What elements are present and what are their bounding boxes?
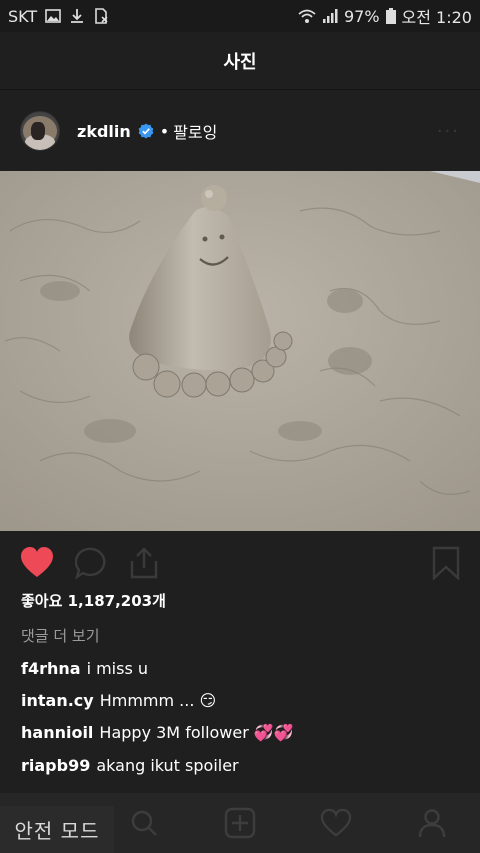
like-count[interactable]: 좋아요 1,187,203개 (21, 590, 166, 611)
battery-percent: 97% (343, 6, 380, 26)
add-post-icon (224, 807, 256, 839)
comment-text: i miss u (86, 659, 149, 678)
post-username[interactable]: zkdlin (77, 122, 131, 141)
comment-item: riapb99 akang ikut spoiler (21, 756, 239, 775)
following-button[interactable]: 팔로잉 (173, 119, 217, 143)
comment-item: intan.cy Hmmmm ... 😏 (21, 691, 216, 710)
download-icon (71, 9, 84, 23)
post-header: zkdlin • 팔로잉 ··· (0, 91, 480, 171)
page-title: 사진 (223, 51, 257, 73)
image-icon (45, 9, 61, 23)
status-bar: SKT 97% 오전 1:20 (0, 0, 480, 32)
bookmark-icon[interactable] (429, 546, 463, 580)
heart-icon[interactable] (20, 546, 54, 580)
carrier-label: SKT (8, 6, 38, 26)
post-photo[interactable] (0, 171, 480, 531)
more-options-icon[interactable]: ··· (437, 121, 460, 142)
wifi-icon (298, 9, 316, 23)
search-icon (131, 810, 157, 836)
top-header: 사진 (0, 32, 480, 90)
share-icon[interactable] (127, 546, 161, 580)
comment-username[interactable]: hannioil (21, 723, 93, 742)
comment-username[interactable]: intan.cy (21, 691, 94, 710)
comment-icon[interactable] (75, 546, 109, 580)
verified-badge-icon (138, 123, 154, 139)
comment-text: Hmmmm ... 😏 (99, 691, 217, 710)
comment-username[interactable]: riapb99 (21, 756, 90, 775)
nav-activity[interactable] (288, 793, 384, 853)
comment-item: hannioil Happy 3M follower 💞💞 (21, 723, 294, 742)
clock: 오전 1:20 (401, 8, 472, 27)
comment-item: f4rhna i miss u (21, 659, 148, 678)
nav-add-post[interactable] (192, 793, 288, 853)
safe-mode-label: 안전 모드 (0, 806, 114, 853)
battery-icon (385, 8, 396, 24)
profile-icon (418, 809, 446, 838)
no-sim-icon (95, 8, 108, 24)
avatar[interactable] (20, 111, 60, 151)
comment-text: Happy 3M follower 💞💞 (99, 723, 294, 742)
post-actions (0, 540, 480, 588)
view-comments-link[interactable]: 댓글 더 보기 (21, 625, 100, 646)
activity-heart-icon (320, 808, 352, 837)
signal-icon (322, 9, 338, 23)
separator-dot: • (159, 121, 170, 141)
nav-profile[interactable] (384, 793, 480, 853)
comment-username[interactable]: f4rhna (21, 659, 81, 678)
comment-text: akang ikut spoiler (96, 756, 239, 775)
